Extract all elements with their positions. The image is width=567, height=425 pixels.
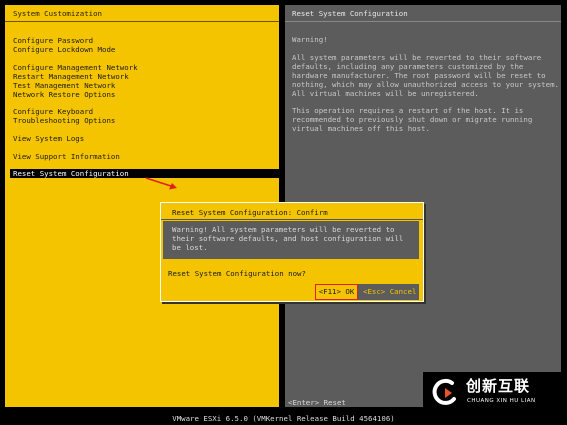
restart-notice-paragraph: This operation requires a restart of the… [292, 106, 533, 133]
enter-reset-hint: <Enter> Reset [288, 398, 346, 407]
status-bar: VMware ESXi 6.5.0 (VMKernel Release Buil… [0, 413, 567, 425]
right-pane-title-bar: Reset System Configuration [285, 5, 561, 22]
confirm-dialog: Reset System Configuration: Confirm Warn… [160, 202, 424, 302]
watermark-main-text: 创新互联 [466, 377, 531, 395]
watermark-sub-text: CHUANG XIN HU LIAN [467, 398, 536, 404]
warning-heading: Warning! [292, 35, 328, 44]
menu-item-view-support-information[interactable]: View Support Information [13, 152, 120, 161]
menu-item-configure-management-network[interactable]: Configure Management Network [13, 63, 138, 72]
cancel-button[interactable]: <Esc> Cancel [363, 287, 416, 296]
right-pane-title: Reset System Configuration [292, 9, 408, 18]
menu-item-configure-lockdown-mode[interactable]: Configure Lockdown Mode [13, 45, 115, 54]
esxi-dcui-screen: System Customization Configure Password … [0, 0, 567, 425]
dialog-question: Reset System Configuration now? [168, 269, 306, 278]
ok-button[interactable]: <F11> OK [315, 284, 358, 300]
menu-item-test-management-network[interactable]: Test Management Network [13, 81, 115, 90]
watermark-logo-icon [432, 378, 456, 405]
dialog-warning-text: Warning! All system parameters will be r… [172, 225, 404, 252]
watermark-logo: 创新互联 CHUANG XIN HU LIAN [423, 372, 567, 413]
menu-item-troubleshooting-options[interactable]: Troubleshooting Options [13, 116, 115, 125]
menu-item-configure-keyboard[interactable]: Configure Keyboard [13, 107, 93, 116]
left-pane-title-bar: System Customization [5, 5, 279, 22]
warning-paragraph: All system parameters will be reverted t… [292, 53, 559, 98]
menu-item-network-restore-options[interactable]: Network Restore Options [13, 90, 115, 99]
dialog-actions: <F11> OK <Esc> Cancel [315, 284, 419, 300]
dialog-title-bar: Reset System Configuration: Confirm [161, 203, 423, 220]
left-pane-title: System Customization [13, 9, 102, 18]
dialog-title: Reset System Configuration: Confirm [172, 208, 328, 217]
menu-item-view-system-logs[interactable]: View System Logs [13, 134, 84, 143]
menu-item-configure-password[interactable]: Configure Password [13, 36, 93, 45]
red-arrow-annotation [145, 177, 177, 190]
menu-item-restart-management-network[interactable]: Restart Management Network [13, 72, 129, 81]
dialog-warning-box: Warning! All system parameters will be r… [163, 221, 419, 259]
